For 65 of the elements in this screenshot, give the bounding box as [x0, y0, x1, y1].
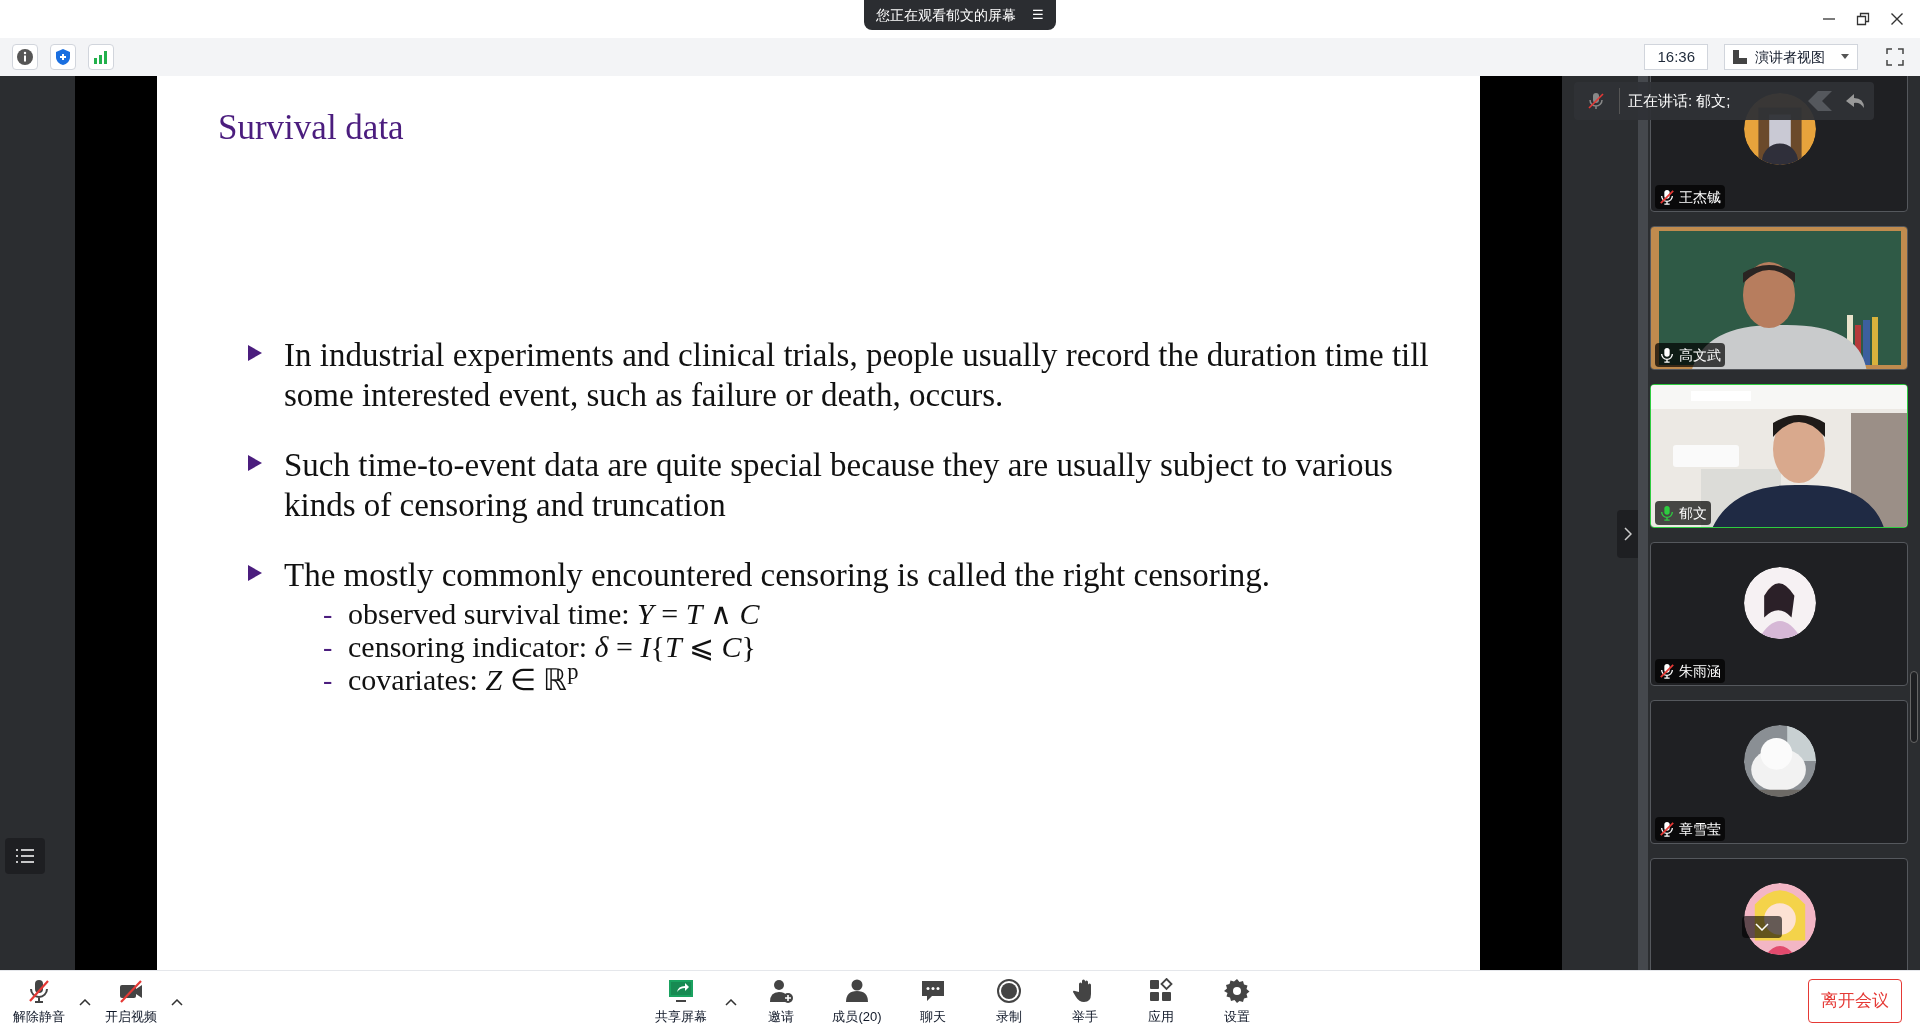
fullscreen-icon: [1886, 48, 1904, 66]
toolbar-button[interactable]: 应用: [1128, 974, 1194, 1030]
toolbar-button[interactable]: 成员(20): [824, 974, 890, 1030]
caret-icon: [1841, 54, 1849, 60]
bullet-icon: [248, 345, 262, 361]
caret-up-icon: [725, 998, 737, 1006]
slide-title: Survival data: [218, 110, 405, 145]
meeting-time: 16:36: [1644, 44, 1708, 70]
toolbar-button[interactable]: 共享屏幕: [648, 974, 714, 1030]
toolbar-button[interactable]: 举手: [1052, 974, 1118, 1030]
person-icon: [844, 977, 870, 1004]
restore-icon: [1856, 12, 1870, 26]
participant-tile[interactable]: 朱雨涵: [1650, 542, 1908, 686]
info-icon: [16, 48, 34, 66]
record-icon: [996, 977, 1022, 1004]
add-person-icon: [768, 977, 794, 1004]
banner-menu-button[interactable]: ☰: [1032, 5, 1044, 25]
participant-name: 郁文: [1679, 503, 1707, 523]
participant-tile[interactable]: 高文武: [1650, 226, 1908, 370]
participant-tile[interactable]: 章雪莹: [1650, 700, 1908, 844]
participant-name: 王杰铖: [1679, 187, 1721, 207]
scroll-down-button[interactable]: [1742, 916, 1782, 938]
chevron-down-icon: [1755, 923, 1769, 931]
participant-name: 章雪莹: [1679, 819, 1721, 839]
leave-meeting-button[interactable]: 离开会议: [1808, 979, 1902, 1023]
dash-marker: -: [323, 663, 334, 696]
toolbar-button[interactable]: 设置: [1204, 974, 1270, 1030]
sub-bullet-text: censoring indicator: δ = I{T ⩽ C}: [348, 630, 756, 663]
outline-button[interactable]: [5, 838, 45, 874]
bullet-text: The mostly commonly encountered censoring is called the right censoring.: [284, 556, 1272, 595]
chevron-right-icon: [1623, 527, 1632, 541]
shield-icon: [55, 48, 71, 66]
toolbar-button[interactable]: 开启视频: [98, 974, 164, 1030]
dash-marker: -: [323, 597, 334, 630]
sub-bullet-text: observed survival time: Y = T ∧ C: [348, 597, 760, 630]
muted-mic-icon: [1587, 92, 1605, 110]
participant-name: 朱雨涵: [1679, 661, 1721, 681]
volume-meter: [1910, 671, 1918, 743]
toolbar-button[interactable]: 解除静音: [6, 974, 72, 1030]
bullet-icon: [248, 455, 262, 471]
share-screen-icon: [668, 977, 694, 1004]
sub-bullet-text: covariates: Z ∈ ℝ$^{p}$: [348, 663, 579, 696]
toolbar-arrows-icon: [1806, 89, 1866, 113]
bullet-icon: [248, 565, 262, 581]
bullet-text: Such time-to-event data are quite special because they are usually subject to various kinds of censoring and truncation: [284, 446, 1394, 525]
list-icon: [15, 848, 35, 864]
muted-mic-icon: [26, 977, 52, 1004]
toolbar-button[interactable]: 录制: [976, 974, 1042, 1030]
signal-icon: [93, 50, 109, 64]
toolbar-button[interactable]: 邀请: [748, 974, 814, 1030]
participant-name: 高文武: [1679, 345, 1721, 365]
settings-icon: [1224, 977, 1250, 1004]
caret-up-icon: [79, 998, 91, 1006]
layout-icon: [1733, 50, 1747, 64]
caret-up-icon: [171, 998, 183, 1006]
bullet-text: In industrial experiments and clinical trials, people usually record the duration time till some interested event, such as failure or death, occurs.: [284, 336, 1430, 415]
apps-icon: [1148, 977, 1174, 1004]
participant-tile[interactable]: 郁文: [1650, 384, 1908, 528]
collapse-button[interactable]: [1617, 510, 1638, 558]
toolbar-button[interactable]: 聊天: [900, 974, 966, 1030]
dash-marker: -: [323, 630, 334, 663]
close-icon: [1890, 12, 1904, 26]
participant-tile[interactable]: [1650, 858, 1908, 970]
presenter-view-dropdown[interactable]: 演讲者视图: [1724, 44, 1858, 70]
banner-text: 您正在观看郁文的屏幕: [876, 5, 1016, 25]
